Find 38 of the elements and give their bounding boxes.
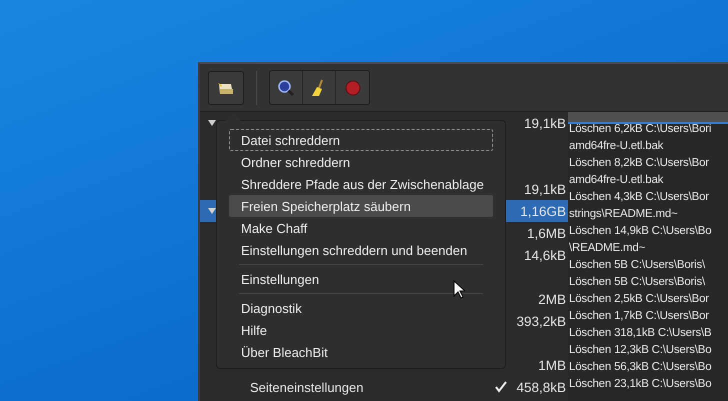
expand-triangle-icon[interactable] bbox=[208, 119, 216, 127]
log-line: Löschen 56,3kB C:\Users\Bo bbox=[568, 360, 712, 375]
size-text: 19,1kB bbox=[524, 116, 566, 130]
search-icon bbox=[277, 78, 295, 96]
menu-item[interactable]: Make Chaff bbox=[229, 217, 493, 239]
log-line: Löschen 2,5kB C:\Users\Bor bbox=[568, 292, 710, 307]
menu-item[interactable]: Freien Speicherplatz säubern bbox=[229, 195, 493, 217]
log-line: amd64fre-U.etl.bak bbox=[568, 173, 664, 188]
shred-button[interactable] bbox=[208, 70, 244, 104]
log-line: strings\README.md~ bbox=[568, 207, 679, 222]
size-text: 1MB bbox=[538, 358, 566, 372]
checkbox[interactable] bbox=[494, 380, 508, 394]
tree-label: Seiteneinstellungen bbox=[250, 380, 364, 394]
log-line: amd64fre-U.etl.bak bbox=[568, 139, 664, 154]
log-line: Löschen 6,2kB C:\Users\Bori bbox=[568, 122, 712, 137]
size-text: 1,16GB bbox=[520, 204, 566, 218]
menu-item[interactable]: Ordner schreddern bbox=[229, 151, 493, 173]
menu-item[interactable]: Diagnostik bbox=[229, 297, 493, 319]
log-line: Löschen 8,2kB C:\Users\Bor bbox=[568, 156, 710, 171]
log-line: Löschen 5B C:\Users\Boris\ bbox=[568, 275, 706, 290]
log-line: Löschen 4,3kB C:\Users\Bor bbox=[568, 190, 710, 205]
log-line: Löschen 12,3kB C:\Users\Bo bbox=[568, 343, 712, 358]
mouse-cursor-icon bbox=[453, 280, 465, 299]
menu-item[interactable]: Shreddere Pfade aus der Zwischenablage bbox=[229, 173, 493, 195]
menu-item[interactable]: Hilfe bbox=[229, 319, 493, 341]
log-line: Löschen 23,1kB C:\Users\Bo bbox=[568, 377, 712, 392]
menu-item[interactable]: Einstellungen bbox=[229, 268, 493, 290]
size-text: 458,8kB bbox=[516, 380, 566, 394]
log-line: Löschen 14,9kB C:\Users\Bo bbox=[568, 224, 712, 239]
menu-item[interactable]: Einstellungen schreddern und beenden bbox=[229, 239, 493, 261]
menu-item[interactable]: Datei schreddern bbox=[229, 129, 493, 151]
log-line: Löschen 5B C:\Users\Boris\ bbox=[568, 258, 706, 273]
log-line: \README.md~ bbox=[568, 241, 646, 256]
tree-row[interactable]: Seiteneinstellungen 458,8kB bbox=[200, 376, 568, 398]
log-line: Löschen 1,7kB C:\Users\Bor bbox=[568, 309, 710, 324]
menu-item[interactable]: Über BleachBit bbox=[229, 341, 493, 363]
log-line: Löschen 318,1kB C:\Users\B bbox=[568, 326, 712, 341]
stop-icon bbox=[344, 80, 360, 96]
